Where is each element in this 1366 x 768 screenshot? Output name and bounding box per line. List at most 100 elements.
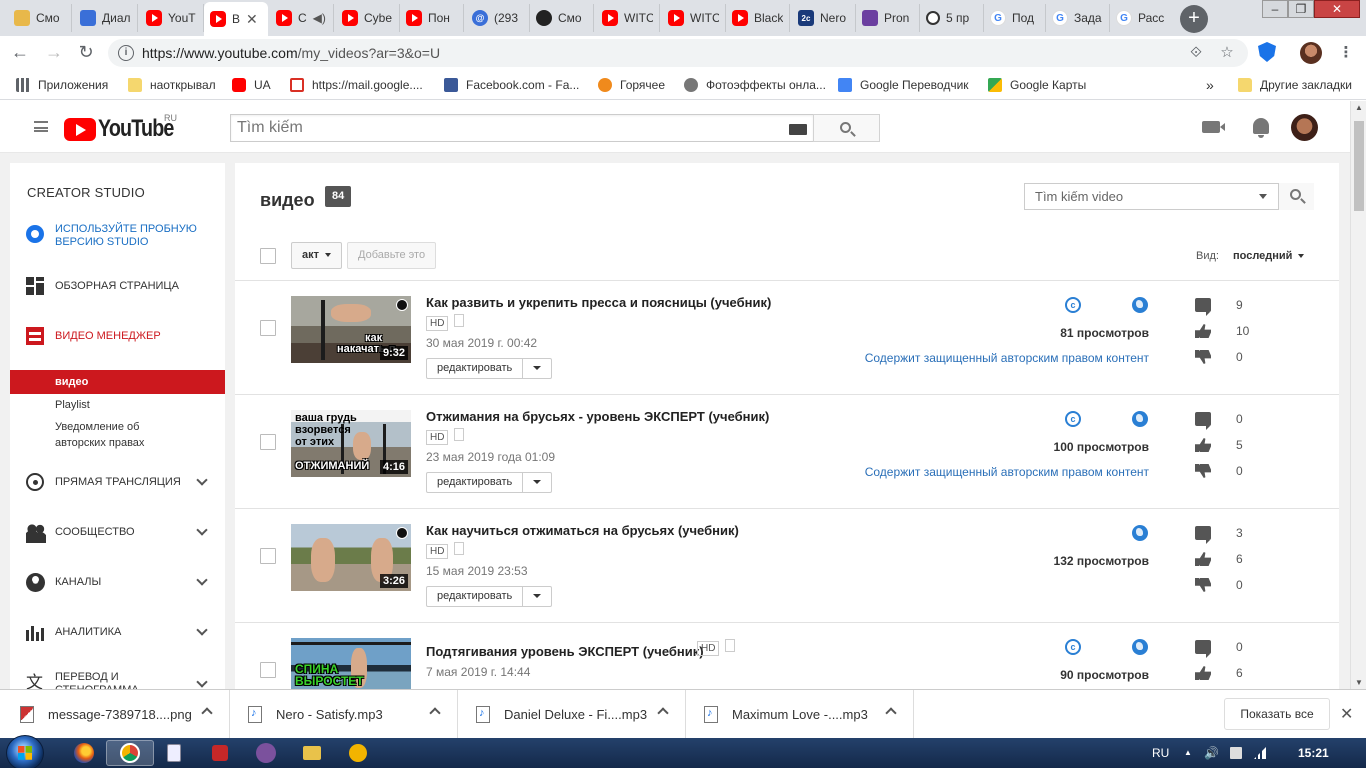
- volume-icon[interactable]: 🔊: [1204, 738, 1219, 768]
- browser-tab[interactable]: 5 пр: [920, 4, 984, 32]
- video-title-link[interactable]: Отжимания на брусьях - уровень ЭКСПЕРТ (…: [426, 409, 769, 424]
- public-globe-icon[interactable]: [1132, 525, 1148, 541]
- sidebar-item-translations[interactable]: 文 ПЕРЕВОД И СТЕНОГРАММА: [10, 669, 225, 689]
- browser-tab[interactable]: С ◀): [270, 4, 334, 32]
- video-thumbnail[interactable]: СПИНА ВЫРОСТЕТ: [291, 638, 411, 689]
- windows-start-button[interactable]: [6, 735, 44, 768]
- comments-stat[interactable]: 3: [1195, 526, 1243, 544]
- bookmark-star-icon[interactable]: ☆: [1217, 43, 1237, 63]
- network-signal-icon[interactable]: [1254, 747, 1266, 759]
- scroll-down-arrow-icon[interactable]: ▼: [1355, 678, 1363, 687]
- add-to-button[interactable]: Добавьте это: [347, 242, 437, 269]
- browser-menu-icon[interactable]: ⋮: [1336, 43, 1356, 63]
- video-select-checkbox[interactable]: [260, 548, 276, 564]
- browser-tab[interactable]: WITC: [596, 4, 660, 32]
- window-close-button[interactable]: ✕: [1314, 0, 1360, 18]
- sidebar-item-try-studio[interactable]: ИСПОЛЬЗУЙТЕ ПРОБНУЮ ВЕРСИЮ STUDIO: [10, 221, 225, 251]
- reload-icon[interactable]: ↻: [74, 41, 98, 65]
- taskbar-app-red[interactable]: [196, 740, 244, 766]
- video-select-checkbox[interactable]: [260, 662, 276, 678]
- video-title-link[interactable]: Подтягивания уровень ЭКСПЕРТ (учебник): [426, 644, 704, 659]
- keyboard-language[interactable]: RU: [1152, 738, 1169, 768]
- browser-tab[interactable]: 2c Nero: [792, 4, 856, 32]
- view-sort-dropdown[interactable]: последний: [1233, 250, 1305, 262]
- account-avatar[interactable]: [1291, 114, 1318, 141]
- battery-icon[interactable]: [1230, 747, 1242, 759]
- show-all-downloads-button[interactable]: Показать все: [1224, 698, 1330, 730]
- browser-profile-avatar[interactable]: [1300, 42, 1322, 64]
- taskbar-firefox[interactable]: [60, 740, 108, 766]
- browser-tab[interactable]: WITC: [662, 4, 726, 32]
- browser-tab[interactable]: Пон: [400, 4, 464, 32]
- edit-button[interactable]: редактировать: [426, 472, 553, 493]
- youtube-search-input[interactable]: [231, 115, 771, 141]
- sidebar-item-community[interactable]: СООБЩЕСТВО: [10, 521, 225, 543]
- video-search-input[interactable]: [1025, 184, 1265, 209]
- public-globe-icon[interactable]: [1132, 639, 1148, 655]
- bookmark-hot[interactable]: Горячее: [598, 77, 665, 93]
- sidebar-item-channels[interactable]: КАНАЛЫ: [10, 571, 225, 593]
- video-thumbnail[interactable]: ваша грудь взорвется от этих ОТЖИМАНИЙ 4…: [291, 410, 411, 477]
- select-all-checkbox[interactable]: [260, 248, 276, 264]
- bookmark-folder[interactable]: наоткрывал: [128, 77, 216, 93]
- taskbar-biohazard-app[interactable]: [334, 740, 382, 766]
- video-select-checkbox[interactable]: [260, 320, 276, 336]
- back-arrow-icon[interactable]: ←: [8, 41, 32, 65]
- browser-tab[interactable]: Cybe: [336, 4, 400, 32]
- taskbar-explorer[interactable]: [288, 740, 336, 766]
- bookmark-facebook[interactable]: Facebook.com - Fa...: [444, 77, 579, 93]
- browser-tab[interactable]: Смо: [530, 4, 594, 32]
- notifications-bell-icon[interactable]: [1253, 118, 1269, 138]
- tab-close-icon[interactable]: ✕: [246, 11, 258, 28]
- comments-stat[interactable]: 0: [1195, 412, 1243, 430]
- actions-dropdown-button[interactable]: акт: [291, 242, 343, 269]
- bookmarks-overflow-button[interactable]: »: [1206, 77, 1214, 93]
- sidebar-item-playlist[interactable]: Playlist: [55, 397, 90, 413]
- bookmark-mail[interactable]: https://mail.google....: [290, 77, 423, 93]
- download-item[interactable]: Daniel Deluxe - Fi....mp3: [458, 690, 686, 739]
- vpn-shield-icon[interactable]: [1258, 42, 1276, 62]
- address-bar[interactable]: i https://www.youtube.com/my_videos?ar=3…: [108, 39, 1248, 67]
- public-globe-icon[interactable]: [1132, 411, 1148, 427]
- bookmark-apps[interactable]: Приложения: [16, 77, 108, 93]
- clock[interactable]: 15:21: [1298, 738, 1329, 768]
- scrollbar-thumb[interactable]: [1354, 121, 1364, 211]
- sidebar-item-live[interactable]: ПРЯМАЯ ТРАНСЛЯЦИЯ: [10, 471, 225, 493]
- browser-tab[interactable]: G Зада: [1046, 4, 1110, 32]
- page-scrollbar[interactable]: ▲ ▼: [1350, 101, 1366, 689]
- scroll-up-arrow-icon[interactable]: ▲: [1355, 103, 1363, 112]
- video-search-box[interactable]: [1024, 183, 1314, 210]
- browser-tab[interactable]: G Расс: [1110, 4, 1172, 32]
- video-search-button[interactable]: [1278, 183, 1314, 210]
- video-select-checkbox[interactable]: [260, 434, 276, 450]
- copyright-icon[interactable]: c: [1065, 411, 1081, 427]
- new-tab-button[interactable]: +: [1180, 5, 1208, 33]
- edit-button[interactable]: редактировать: [426, 586, 553, 607]
- video-title-link[interactable]: Как развить и укрепить пресса и поясницы…: [426, 295, 771, 310]
- tray-expand-icon[interactable]: ▲: [1184, 738, 1192, 768]
- browser-tab[interactable]: @ (293: [466, 4, 530, 32]
- comments-stat[interactable]: 9: [1195, 298, 1243, 316]
- chevron-up-icon[interactable]: [657, 707, 669, 719]
- taskbar-viber[interactable]: [242, 740, 290, 766]
- youtube-search-box[interactable]: [230, 114, 814, 142]
- edit-menu-caret-icon[interactable]: [523, 587, 551, 606]
- download-item[interactable]: message-7389718....png: [0, 690, 230, 739]
- edit-menu-caret-icon[interactable]: [523, 359, 551, 378]
- window-maximize-button[interactable]: ❐: [1288, 0, 1314, 18]
- browser-tab[interactable]: G Под: [984, 4, 1046, 32]
- site-info-icon[interactable]: i: [118, 45, 134, 61]
- download-item[interactable]: Maximum Love -....mp3: [686, 690, 914, 739]
- download-item[interactable]: Nero - Satisfy.mp3: [230, 690, 458, 739]
- youtube-search-button[interactable]: [813, 114, 880, 142]
- comments-stat[interactable]: 0: [1195, 640, 1243, 658]
- copyright-icon[interactable]: c: [1065, 639, 1081, 655]
- bookmark-photoeffects[interactable]: Фотоэффекты онла...: [684, 77, 826, 93]
- edit-button[interactable]: редактировать: [426, 358, 553, 379]
- browser-tab[interactable]: YouT: [140, 4, 204, 32]
- guide-menu-icon[interactable]: [34, 121, 48, 132]
- edit-menu-caret-icon[interactable]: [523, 473, 551, 492]
- browser-tab[interactable]: Pron: [856, 4, 920, 32]
- chevron-up-icon[interactable]: [885, 707, 897, 719]
- taskbar-document[interactable]: [150, 740, 198, 766]
